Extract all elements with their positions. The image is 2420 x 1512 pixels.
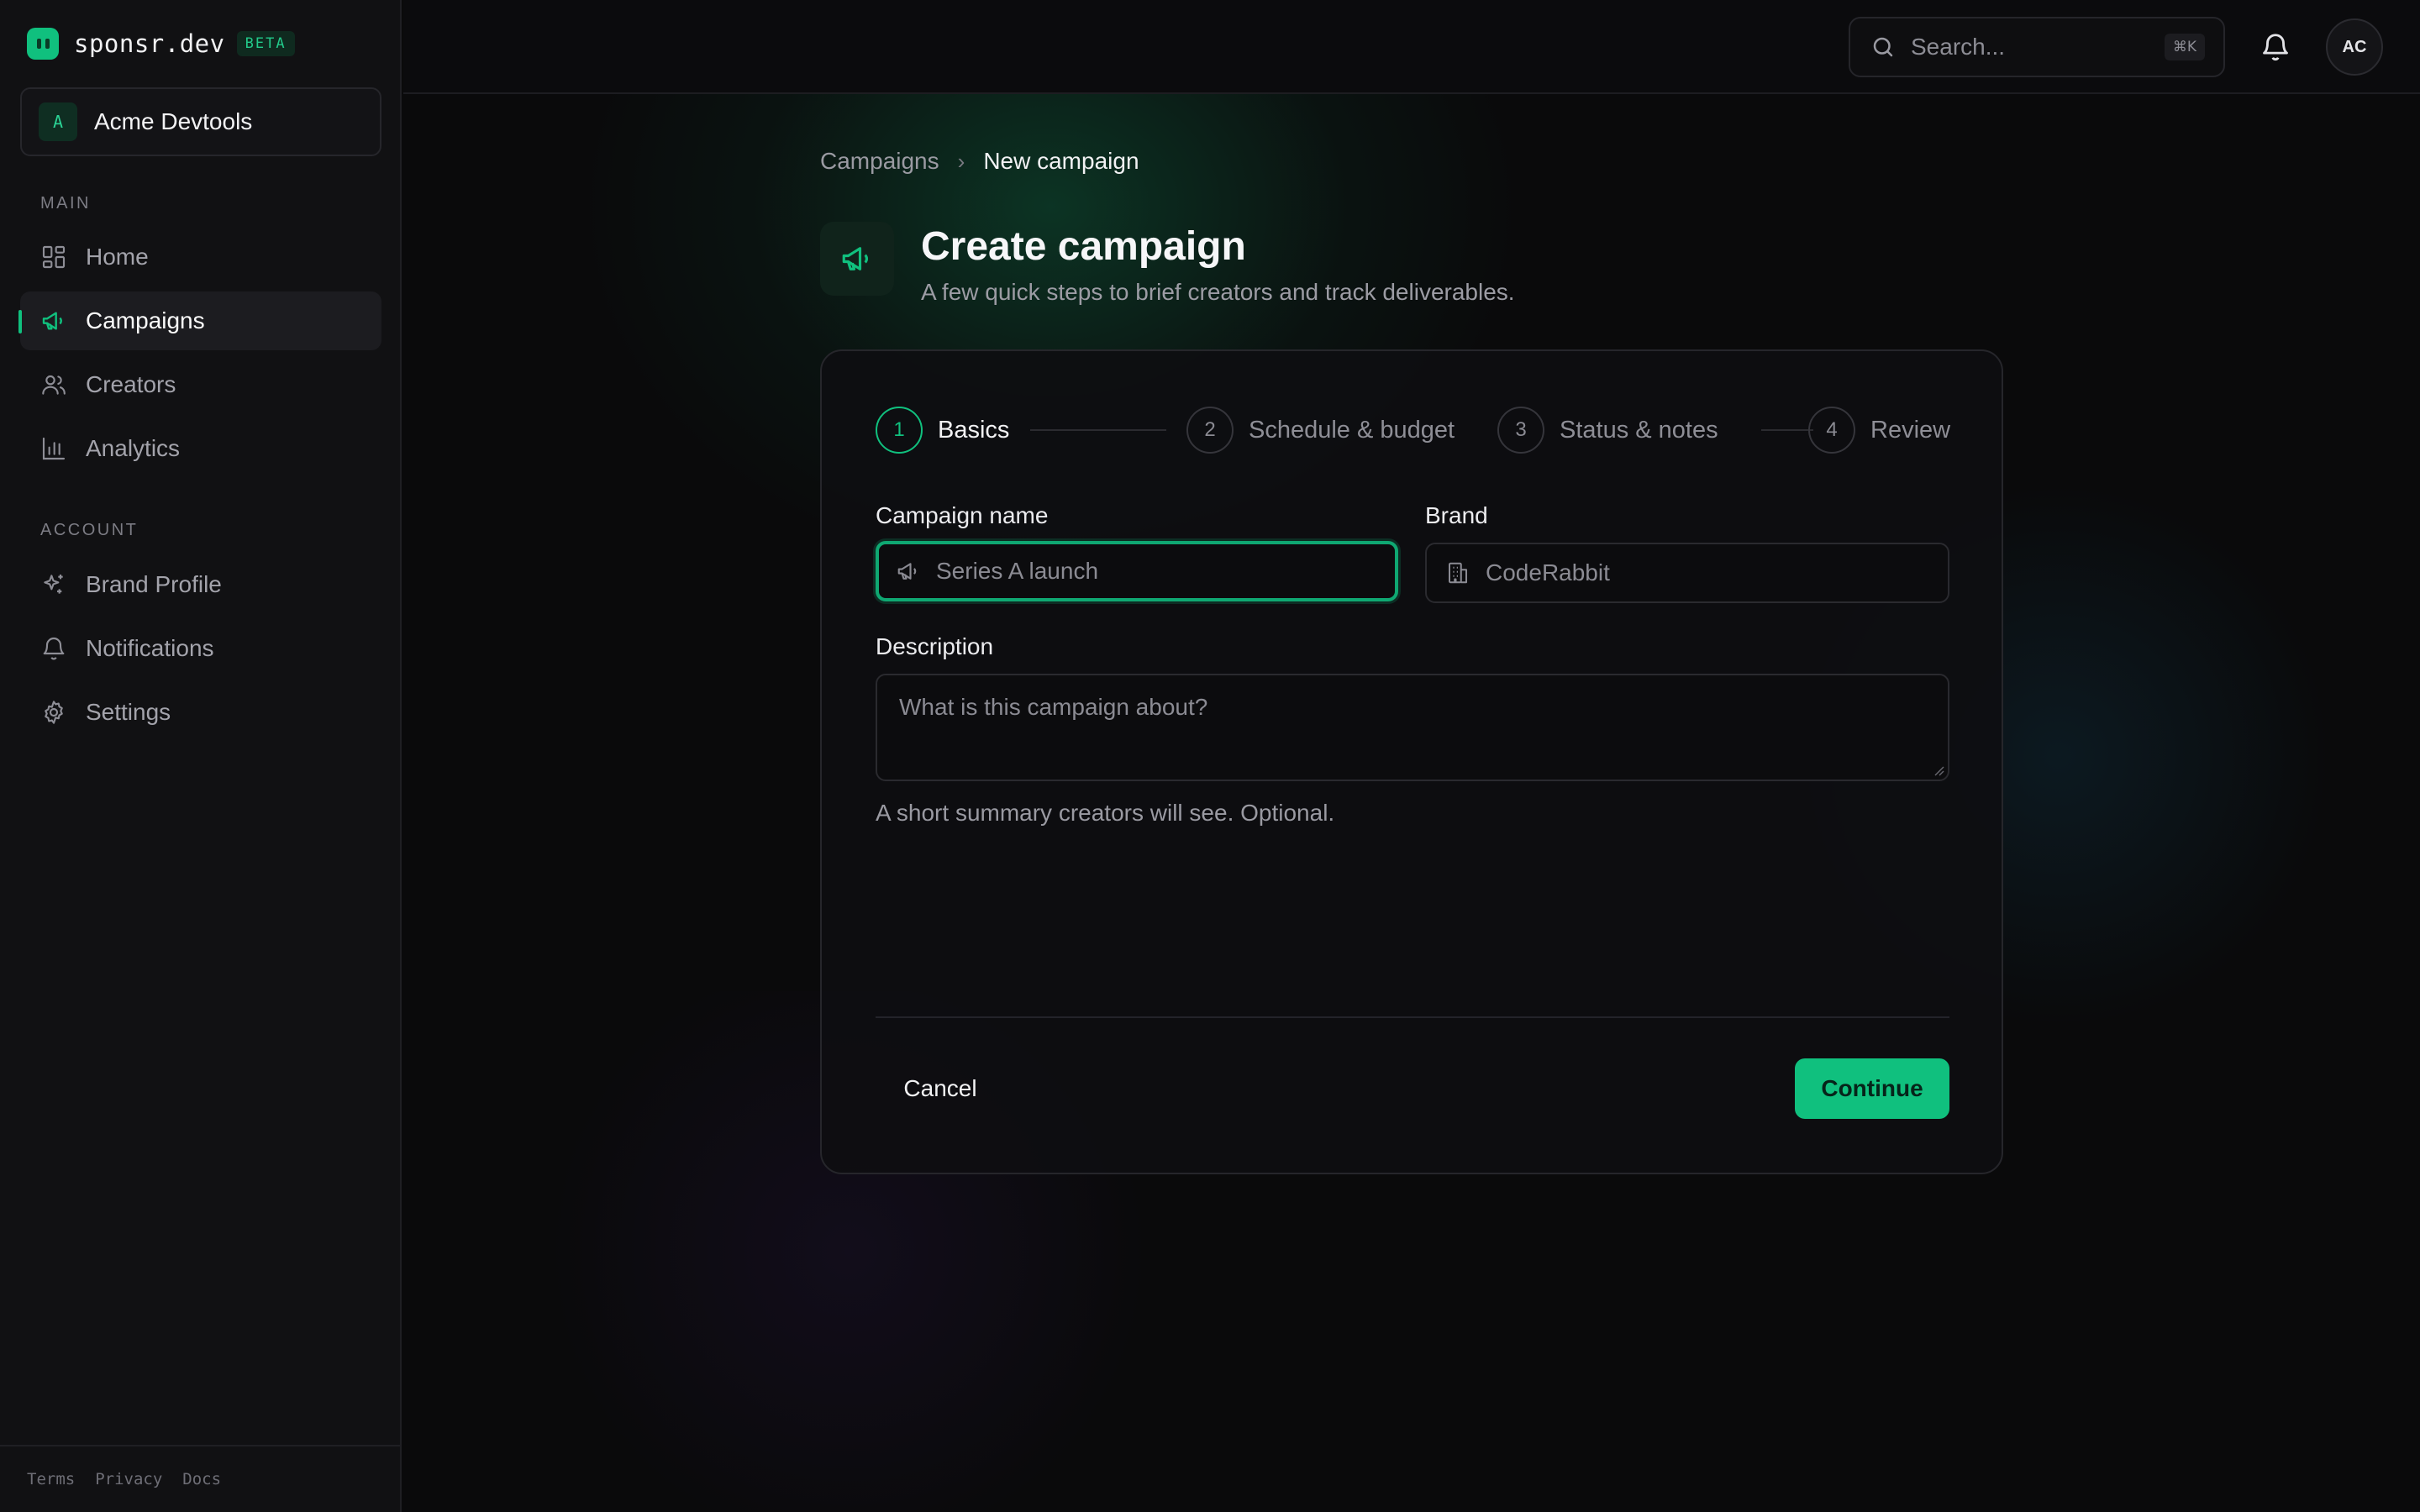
brand-placeholder: CodeRabbit bbox=[1486, 559, 1610, 585]
step-number: 2 bbox=[1186, 407, 1234, 454]
breadcrumb-current: New campaign bbox=[983, 148, 1139, 174]
workspace-name: Acme Devtools bbox=[94, 108, 253, 134]
breadcrumb-campaigns[interactable]: Campaigns bbox=[820, 148, 939, 175]
sidebar-item-label: Notifications bbox=[86, 635, 214, 661]
footer-link-privacy[interactable]: Privacy bbox=[95, 1470, 162, 1488]
breadcrumb: Campaigns › New campaign bbox=[820, 148, 1139, 175]
app-name: sponsr.dev bbox=[74, 29, 225, 58]
sidebar-item-settings[interactable]: Settings bbox=[20, 683, 381, 742]
sidebar-footer: Terms Privacy Docs bbox=[0, 1445, 400, 1512]
sidebar-item-campaigns[interactable]: Campaigns bbox=[18, 291, 381, 350]
continue-button[interactable]: Continue bbox=[1795, 1058, 1949, 1119]
cancel-button[interactable]: Cancel bbox=[876, 1058, 1005, 1119]
stepper: 1 Basics 2 Schedule & budget 3 Status & … bbox=[876, 405, 1950, 455]
topbar: Search... ⌘K AC bbox=[403, 0, 2420, 94]
step-review[interactable]: 4 Review bbox=[1808, 405, 1950, 455]
step-number: 1 bbox=[876, 407, 923, 454]
notifications-button[interactable] bbox=[2255, 27, 2296, 67]
footer-link-terms[interactable]: Terms bbox=[27, 1470, 75, 1488]
sparkles-icon bbox=[44, 575, 63, 594]
resize-handle-icon[interactable] bbox=[1933, 764, 1944, 776]
step-basics[interactable]: 1 Basics bbox=[876, 405, 1009, 455]
description-helper-text: A short summary creators will see. Optio… bbox=[876, 800, 1335, 826]
sidebar-item-label: Campaigns bbox=[86, 307, 205, 333]
step-connector bbox=[1761, 429, 1813, 431]
megaphone-icon bbox=[42, 312, 62, 330]
step-schedule-budget[interactable]: 2 Schedule & budget bbox=[1186, 405, 1455, 455]
chevron-right-icon: › bbox=[957, 148, 965, 174]
sidebar-item-creators[interactable]: Creators bbox=[20, 355, 381, 414]
step-label: Basics bbox=[938, 416, 1010, 444]
sidebar-item-brand-profile[interactable]: Brand Profile bbox=[20, 555, 381, 614]
sidebar-item-label: Settings bbox=[86, 699, 171, 725]
grid-icon bbox=[42, 245, 66, 269]
megaphone-icon bbox=[897, 563, 917, 580]
create-campaign-card: 1 Basics 2 Schedule & budget 3 Status & … bbox=[820, 349, 2003, 1174]
beta-badge: BETA bbox=[236, 31, 295, 56]
sidebar-item-home[interactable]: Home bbox=[20, 228, 381, 286]
sidebar-item-label: Creators bbox=[86, 371, 176, 397]
description-label: Description bbox=[876, 633, 994, 659]
search-input[interactable]: Search... ⌘K bbox=[1849, 17, 2225, 77]
sidebar-item-label: Home bbox=[86, 244, 149, 270]
brand-header: sponsr.dev BETA bbox=[27, 25, 295, 62]
sidebar: sponsr.dev BETA A Acme Devtools MAIN Hom… bbox=[0, 0, 402, 1512]
brand-field[interactable]: CodeRabbit bbox=[1425, 543, 1949, 603]
step-number: 3 bbox=[1497, 407, 1544, 454]
workspace-avatar: A bbox=[39, 102, 77, 141]
sidebar-item-label: Analytics bbox=[86, 435, 181, 461]
description-placeholder: What is this campaign about? bbox=[899, 694, 1208, 720]
step-label: Review bbox=[1870, 416, 1951, 444]
bell-icon bbox=[43, 638, 65, 660]
footer-link-docs[interactable]: Docs bbox=[182, 1470, 221, 1488]
bell-icon bbox=[2263, 34, 2288, 61]
description-textarea[interactable]: What is this campaign about? bbox=[876, 674, 1949, 781]
page-title: Create campaign bbox=[921, 224, 1246, 269]
campaign-name-field[interactable]: Series A launch bbox=[876, 541, 1398, 601]
nav-section-main: MAIN bbox=[40, 194, 91, 213]
step-connector bbox=[1030, 429, 1166, 431]
step-number: 4 bbox=[1808, 407, 1855, 454]
workspace-switcher[interactable]: A Acme Devtools bbox=[20, 87, 381, 156]
bar-chart-icon bbox=[42, 437, 66, 460]
page-icon bbox=[820, 222, 894, 296]
building-icon bbox=[1449, 562, 1467, 584]
step-status-notes[interactable]: 3 Status & notes bbox=[1497, 405, 1718, 455]
divider bbox=[876, 1016, 1949, 1018]
search-shortcut-badge: ⌘K bbox=[2164, 34, 2205, 60]
logo-icon bbox=[27, 28, 59, 60]
campaign-name-placeholder: Series A launch bbox=[936, 558, 1099, 584]
campaign-name-label: Campaign name bbox=[876, 502, 1049, 528]
gear-icon bbox=[45, 701, 63, 724]
users-icon bbox=[42, 375, 66, 395]
user-avatar[interactable]: AC bbox=[2326, 18, 2383, 76]
nav-section-account: ACCOUNT bbox=[40, 521, 139, 539]
brand-label: Brand bbox=[1425, 502, 1488, 528]
sidebar-item-analytics[interactable]: Analytics bbox=[20, 419, 381, 478]
search-placeholder: Search... bbox=[1911, 34, 2006, 60]
megaphone-icon bbox=[842, 247, 868, 270]
page-subtitle: A few quick steps to brief creators and … bbox=[921, 279, 1515, 305]
search-icon bbox=[1873, 37, 1893, 57]
step-label: Schedule & budget bbox=[1249, 416, 1455, 444]
sidebar-item-notifications[interactable]: Notifications bbox=[20, 619, 381, 678]
step-label: Status & notes bbox=[1560, 416, 1718, 444]
sidebar-item-label: Brand Profile bbox=[86, 571, 222, 597]
